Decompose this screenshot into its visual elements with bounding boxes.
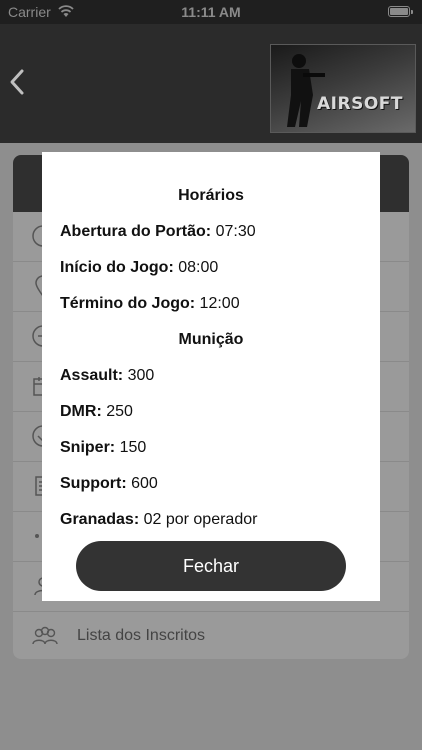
game-start-value: 08:00 <box>173 259 219 276</box>
gate-opening-label: Abertura do Portão: <box>60 223 212 240</box>
game-end-label: Término do Jogo: <box>60 295 196 312</box>
battery-icon <box>388 6 413 17</box>
game-end-line: Término do Jogo: 12:00 <box>60 295 240 313</box>
gate-opening-value: 07:30 <box>211 223 256 240</box>
support-line: Support: 600 <box>60 475 158 493</box>
municao-heading: Munição <box>178 331 244 348</box>
assault-value: 300 <box>123 367 155 384</box>
assault-line: Assault: 300 <box>60 367 154 385</box>
grenades-line: Granadas: 02 por operador <box>60 511 257 529</box>
game-start-line: Início do Jogo: 08:00 <box>60 259 218 277</box>
subscribers-list-row[interactable]: Lista dos Inscritos <box>13 612 409 659</box>
sniper-label: Sniper: <box>60 439 116 456</box>
assault-label: Assault: <box>60 367 124 384</box>
navigation-bar: AIRSOFT <box>0 24 422 143</box>
back-chevron-icon[interactable] <box>6 66 30 98</box>
close-button[interactable]: Fechar <box>76 541 346 591</box>
schedule-modal: Horários Abertura do Portão: 07:30 Iníci… <box>42 152 380 601</box>
status-time: 11:11 AM <box>181 4 241 20</box>
group-icon <box>32 626 58 645</box>
game-start-label: Início do Jogo: <box>60 259 174 276</box>
dmr-label: DMR: <box>60 403 102 420</box>
grenades-label: Granadas: <box>60 511 140 528</box>
soldier-silhouette-icon <box>287 54 325 127</box>
horarios-heading: Horários <box>178 187 244 204</box>
support-label: Support: <box>60 475 127 492</box>
support-value: 600 <box>126 475 158 492</box>
gate-opening-line: Abertura do Portão: 07:30 <box>60 223 256 241</box>
subscribers-list-label: Lista dos Inscritos <box>77 627 206 644</box>
sniper-value: 150 <box>115 439 147 456</box>
status-bar: Carrier 11:11 AM <box>0 0 422 24</box>
dmr-line: DMR: 250 <box>60 403 133 421</box>
sniper-line: Sniper: 150 <box>60 439 146 457</box>
game-end-value: 12:00 <box>195 295 240 312</box>
grenades-value: 02 por operador <box>139 511 258 528</box>
logo-text: AIRSOFT <box>317 94 403 114</box>
dmr-value: 250 <box>101 403 133 420</box>
airsoft-logo: AIRSOFT <box>270 44 416 133</box>
